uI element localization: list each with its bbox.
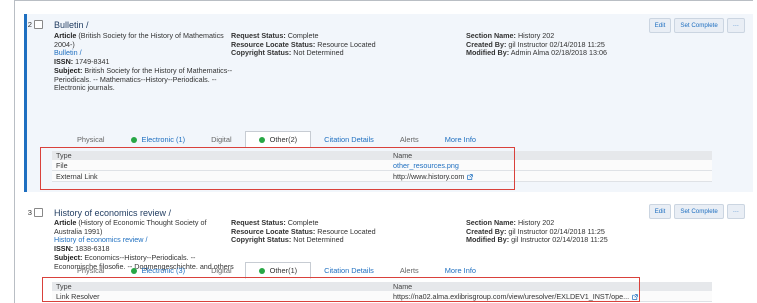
created-label: Created By: (466, 226, 507, 236)
edit-button[interactable]: Edit (648, 18, 672, 33)
tab-digital[interactable]: Digital (198, 263, 245, 278)
row-number: 2 (27, 20, 32, 29)
created-value: gil Instructor 02/14/2018 11:25 (508, 39, 605, 49)
issn-label: ISSN: (54, 57, 74, 67)
tab-other[interactable]: Other(2) (244, 131, 312, 148)
section-column: Section Name: History 202 Created By: gi… (466, 31, 608, 58)
tab-electronic[interactable]: Electronic (3) (118, 263, 199, 278)
request-status-value: Complete (287, 218, 319, 227)
article-label: Article (54, 31, 77, 40)
copyright-label: Copyright Status: (231, 235, 292, 245)
callout-highlight-box (40, 147, 515, 190)
item-tabs: Physical Electronic (1) Digital Other(2)… (64, 131, 489, 148)
tab-more-info[interactable]: More Info (432, 263, 489, 278)
request-status-value: Complete (287, 31, 319, 40)
issn-value: 1749-8341 (75, 57, 110, 67)
tab-physical[interactable]: Physical (64, 263, 118, 278)
available-status-icon (258, 137, 265, 144)
modified-value: Admin Alma 02/18/2018 13:06 (510, 48, 608, 58)
modified-value: gil Instructor 02/14/2018 11:25 (511, 235, 608, 245)
item-title[interactable]: History of economics review / (54, 208, 171, 218)
tab-citation-details[interactable]: Citation Details (311, 263, 387, 278)
tab-more-info[interactable]: More Info (432, 132, 489, 147)
tab-citation-details[interactable]: Citation Details (311, 132, 387, 147)
modified-label: Modified By: (466, 235, 510, 245)
resource-locate-label: Resource Locate Status: (231, 226, 316, 236)
item-metadata: Article (British Society for the History… (54, 31, 234, 93)
created-label: Created By: (466, 39, 507, 49)
row-actions: Edit Set Complete ··· (648, 18, 745, 33)
resource-locate-label: Resource Locate Status: (231, 39, 316, 49)
request-status-label: Request Status: (231, 31, 286, 40)
row-checkbox[interactable] (34, 20, 43, 29)
issn-label: ISSN: (54, 244, 74, 254)
subject-label: Subject: (54, 65, 83, 75)
available-status-icon (130, 137, 137, 144)
issn-value: 1838-6318 (75, 244, 110, 254)
section-value: History 202 (517, 31, 555, 40)
request-status-label: Request Status: (231, 218, 286, 227)
available-status-icon (130, 268, 137, 275)
more-actions-button[interactable]: ··· (726, 18, 745, 33)
tab-alerts[interactable]: Alerts (387, 263, 432, 278)
resource-locate-value: Resource Located (317, 39, 376, 49)
tab-electronic[interactable]: Electronic (1) (118, 132, 199, 147)
section-column: Section Name: History 202 Created By: gi… (466, 218, 608, 245)
more-actions-button[interactable]: ··· (726, 204, 745, 219)
available-status-icon (258, 268, 265, 275)
tab-physical[interactable]: Physical (64, 132, 118, 147)
section-label: Section Name: (466, 218, 516, 227)
row-number: 3 (27, 208, 32, 217)
section-value: History 202 (517, 218, 555, 227)
row-checkbox[interactable] (34, 208, 43, 217)
row-actions: Edit Set Complete ··· (648, 204, 745, 219)
status-column: Request Status: Complete Resource Locate… (231, 31, 376, 58)
resource-locate-value: Resource Located (317, 226, 376, 236)
callout-highlight-box (42, 277, 640, 302)
created-value: gil Instructor 02/14/2018 11:25 (508, 226, 605, 236)
tab-digital[interactable]: Digital (198, 132, 245, 147)
copyright-value: Not Determined (293, 48, 344, 58)
status-column: Request Status: Complete Resource Locate… (231, 218, 376, 245)
tab-alerts[interactable]: Alerts (387, 132, 432, 147)
edit-button[interactable]: Edit (648, 204, 672, 219)
item-title[interactable]: Bulletin / (54, 20, 89, 30)
article-label: Article (54, 218, 77, 227)
subject-label: Subject: (54, 252, 83, 262)
modified-label: Modified By: (466, 48, 510, 58)
article-text: (British Society for the History of Math… (54, 31, 224, 49)
copyright-label: Copyright Status: (231, 48, 292, 58)
section-label: Section Name: (466, 31, 516, 40)
set-complete-button[interactable]: Set Complete (674, 204, 724, 219)
copyright-value: Not Determined (293, 235, 344, 245)
set-complete-button[interactable]: Set Complete (674, 18, 724, 33)
article-text: (History of Economic Thought Society of … (54, 218, 207, 236)
